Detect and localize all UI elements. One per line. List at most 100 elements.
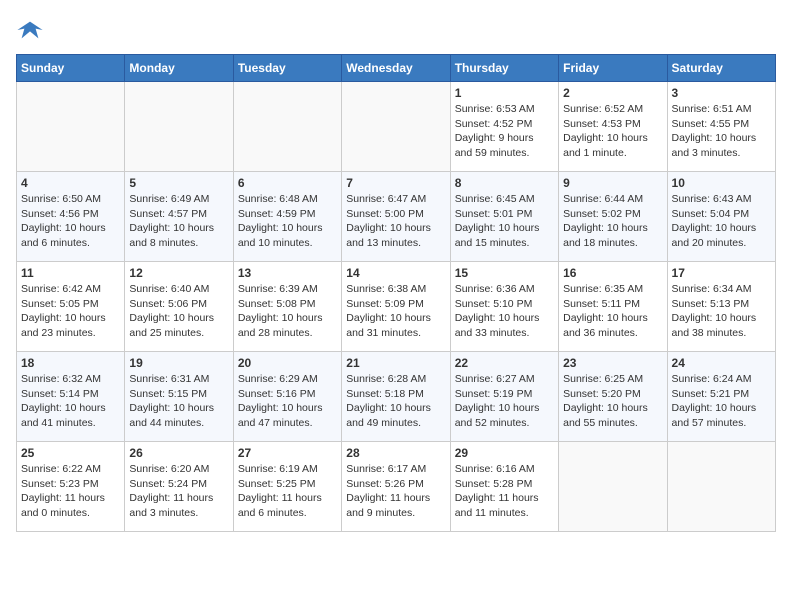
calendar-week-row: 1Sunrise: 6:53 AM Sunset: 4:52 PM Daylig…	[17, 82, 776, 172]
day-info: Sunrise: 6:34 AM Sunset: 5:13 PM Dayligh…	[672, 282, 771, 341]
day-info: Sunrise: 6:32 AM Sunset: 5:14 PM Dayligh…	[21, 372, 120, 431]
day-header-friday: Friday	[559, 55, 667, 82]
day-number: 6	[238, 176, 337, 190]
day-info: Sunrise: 6:24 AM Sunset: 5:21 PM Dayligh…	[672, 372, 771, 431]
day-number: 10	[672, 176, 771, 190]
day-info: Sunrise: 6:17 AM Sunset: 5:26 PM Dayligh…	[346, 462, 445, 521]
day-number: 16	[563, 266, 662, 280]
calendar-cell	[17, 82, 125, 172]
day-number: 26	[129, 446, 228, 460]
calendar-cell	[667, 442, 775, 532]
day-info: Sunrise: 6:47 AM Sunset: 5:00 PM Dayligh…	[346, 192, 445, 251]
day-info: Sunrise: 6:44 AM Sunset: 5:02 PM Dayligh…	[563, 192, 662, 251]
day-number: 9	[563, 176, 662, 190]
day-number: 17	[672, 266, 771, 280]
calendar-cell: 15 Sunrise: 6:36 AM Sunset: 5:10 PM Dayli…	[450, 262, 558, 352]
day-number: 20	[238, 356, 337, 370]
day-info: Sunrise: 6:40 AM Sunset: 5:06 PM Dayligh…	[129, 282, 228, 341]
day-info: Sunrise: 6:31 AM Sunset: 5:15 PM Dayligh…	[129, 372, 228, 431]
day-header-monday: Monday	[125, 55, 233, 82]
calendar-cell: 22Sunrise: 6:27 AM Sunset: 5:19 PM Dayli…	[450, 352, 558, 442]
calendar-week-row: 18 Sunrise: 6:32 AM Sunset: 5:14 PM Dayli…	[17, 352, 776, 442]
day-number: 29	[455, 446, 554, 460]
day-number: 3	[672, 86, 771, 100]
calendar-cell	[559, 442, 667, 532]
day-number: 15	[455, 266, 554, 280]
day-info: Sunrise: 6:28 AM Sunset: 5:18 PM Dayligh…	[346, 372, 445, 431]
calendar-cell: 1Sunrise: 6:53 AM Sunset: 4:52 PM Daylig…	[450, 82, 558, 172]
calendar-cell: 17 Sunrise: 6:34 AM Sunset: 5:13 PM Dayli…	[667, 262, 775, 352]
day-number: 11	[21, 266, 120, 280]
calendar-table: SundayMondayTuesdayWednesdayThursdayFrid…	[16, 54, 776, 532]
day-info: Sunrise: 6:48 AM Sunset: 4:59 PM Dayligh…	[238, 192, 337, 251]
calendar-cell: 8 Sunrise: 6:45 AM Sunset: 5:01 PM Daylig…	[450, 172, 558, 262]
day-info: Sunrise: 6:20 AM Sunset: 5:24 PM Dayligh…	[129, 462, 228, 521]
calendar-cell	[233, 82, 341, 172]
calendar-cell: 21 Sunrise: 6:28 AM Sunset: 5:18 PM Dayli…	[342, 352, 450, 442]
calendar-cell: 12 Sunrise: 6:40 AM Sunset: 5:06 PM Dayli…	[125, 262, 233, 352]
calendar-cell: 7 Sunrise: 6:47 AM Sunset: 5:00 PM Daylig…	[342, 172, 450, 262]
calendar-week-row: 25 Sunrise: 6:22 AM Sunset: 5:23 PM Dayli…	[17, 442, 776, 532]
day-number: 13	[238, 266, 337, 280]
logo	[16, 16, 50, 44]
day-header-tuesday: Tuesday	[233, 55, 341, 82]
day-info: Sunrise: 6:49 AM Sunset: 4:57 PM Dayligh…	[129, 192, 228, 251]
calendar-cell: 9 Sunrise: 6:44 AM Sunset: 5:02 PM Daylig…	[559, 172, 667, 262]
day-number: 14	[346, 266, 445, 280]
day-number: 8	[455, 176, 554, 190]
day-number: 18	[21, 356, 120, 370]
day-info: Sunrise: 6:16 AM Sunset: 5:28 PM Dayligh…	[455, 462, 554, 521]
day-number: 7	[346, 176, 445, 190]
day-info: Sunrise: 6:36 AM Sunset: 5:10 PM Dayligh…	[455, 282, 554, 341]
calendar-cell: 11 Sunrise: 6:42 AM Sunset: 5:05 PM Dayli…	[17, 262, 125, 352]
calendar-cell: 2 Sunrise: 6:52 AM Sunset: 4:53 PM Daylig…	[559, 82, 667, 172]
calendar-cell: 13Sunrise: 6:39 AM Sunset: 5:08 PM Dayli…	[233, 262, 341, 352]
day-info: Sunrise: 6:27 AM Sunset: 5:19 PM Dayligh…	[455, 372, 554, 431]
calendar-cell: 5Sunrise: 6:49 AM Sunset: 4:57 PM Daylig…	[125, 172, 233, 262]
calendar-cell: 24 Sunrise: 6:24 AM Sunset: 5:21 PM Dayli…	[667, 352, 775, 442]
calendar-cell: 18 Sunrise: 6:32 AM Sunset: 5:14 PM Dayli…	[17, 352, 125, 442]
day-number: 25	[21, 446, 120, 460]
calendar-cell: 26 Sunrise: 6:20 AM Sunset: 5:24 PM Dayli…	[125, 442, 233, 532]
calendar-cell: 10 Sunrise: 6:43 AM Sunset: 5:04 PM Dayli…	[667, 172, 775, 262]
calendar-cell: 19 Sunrise: 6:31 AM Sunset: 5:15 PM Dayli…	[125, 352, 233, 442]
day-header-thursday: Thursday	[450, 55, 558, 82]
day-number: 12	[129, 266, 228, 280]
day-number: 23	[563, 356, 662, 370]
day-info: Sunrise: 6:42 AM Sunset: 5:05 PM Dayligh…	[21, 282, 120, 341]
day-number: 19	[129, 356, 228, 370]
day-info: Sunrise: 6:22 AM Sunset: 5:23 PM Dayligh…	[21, 462, 120, 521]
logo-icon	[16, 16, 44, 44]
day-info: Sunrise: 6:43 AM Sunset: 5:04 PM Dayligh…	[672, 192, 771, 251]
calendar-cell: 29 Sunrise: 6:16 AM Sunset: 5:28 PM Dayli…	[450, 442, 558, 532]
day-header-saturday: Saturday	[667, 55, 775, 82]
calendar-cell: 27 Sunrise: 6:19 AM Sunset: 5:25 PM Dayli…	[233, 442, 341, 532]
day-number: 1	[455, 86, 554, 100]
day-info: Sunrise: 6:19 AM Sunset: 5:25 PM Dayligh…	[238, 462, 337, 521]
day-info: Sunrise: 6:51 AM Sunset: 4:55 PM Dayligh…	[672, 102, 771, 161]
calendar-week-row: 11 Sunrise: 6:42 AM Sunset: 5:05 PM Dayli…	[17, 262, 776, 352]
day-header-wednesday: Wednesday	[342, 55, 450, 82]
calendar-cell: 23Sunrise: 6:25 AM Sunset: 5:20 PM Dayli…	[559, 352, 667, 442]
day-number: 24	[672, 356, 771, 370]
calendar-cell: 20 Sunrise: 6:29 AM Sunset: 5:16 PM Dayli…	[233, 352, 341, 442]
calendar-cell: 25 Sunrise: 6:22 AM Sunset: 5:23 PM Dayli…	[17, 442, 125, 532]
day-info: Sunrise: 6:29 AM Sunset: 5:16 PM Dayligh…	[238, 372, 337, 431]
day-info: Sunrise: 6:50 AM Sunset: 4:56 PM Dayligh…	[21, 192, 120, 251]
calendar-cell: 4Sunrise: 6:50 AM Sunset: 4:56 PM Daylig…	[17, 172, 125, 262]
day-info: Sunrise: 6:45 AM Sunset: 5:01 PM Dayligh…	[455, 192, 554, 251]
day-info: Sunrise: 6:38 AM Sunset: 5:09 PM Dayligh…	[346, 282, 445, 341]
day-number: 21	[346, 356, 445, 370]
calendar-cell: 14 Sunrise: 6:38 AM Sunset: 5:09 PM Dayli…	[342, 262, 450, 352]
day-number: 2	[563, 86, 662, 100]
day-number: 27	[238, 446, 337, 460]
calendar-week-row: 4Sunrise: 6:50 AM Sunset: 4:56 PM Daylig…	[17, 172, 776, 262]
day-info: Sunrise: 6:52 AM Sunset: 4:53 PM Dayligh…	[563, 102, 662, 161]
calendar-cell	[342, 82, 450, 172]
calendar-cell: 3 Sunrise: 6:51 AM Sunset: 4:55 PM Daylig…	[667, 82, 775, 172]
page-header	[16, 16, 776, 44]
calendar-header-row: SundayMondayTuesdayWednesdayThursdayFrid…	[17, 55, 776, 82]
day-number: 28	[346, 446, 445, 460]
day-header-sunday: Sunday	[17, 55, 125, 82]
calendar-cell	[125, 82, 233, 172]
